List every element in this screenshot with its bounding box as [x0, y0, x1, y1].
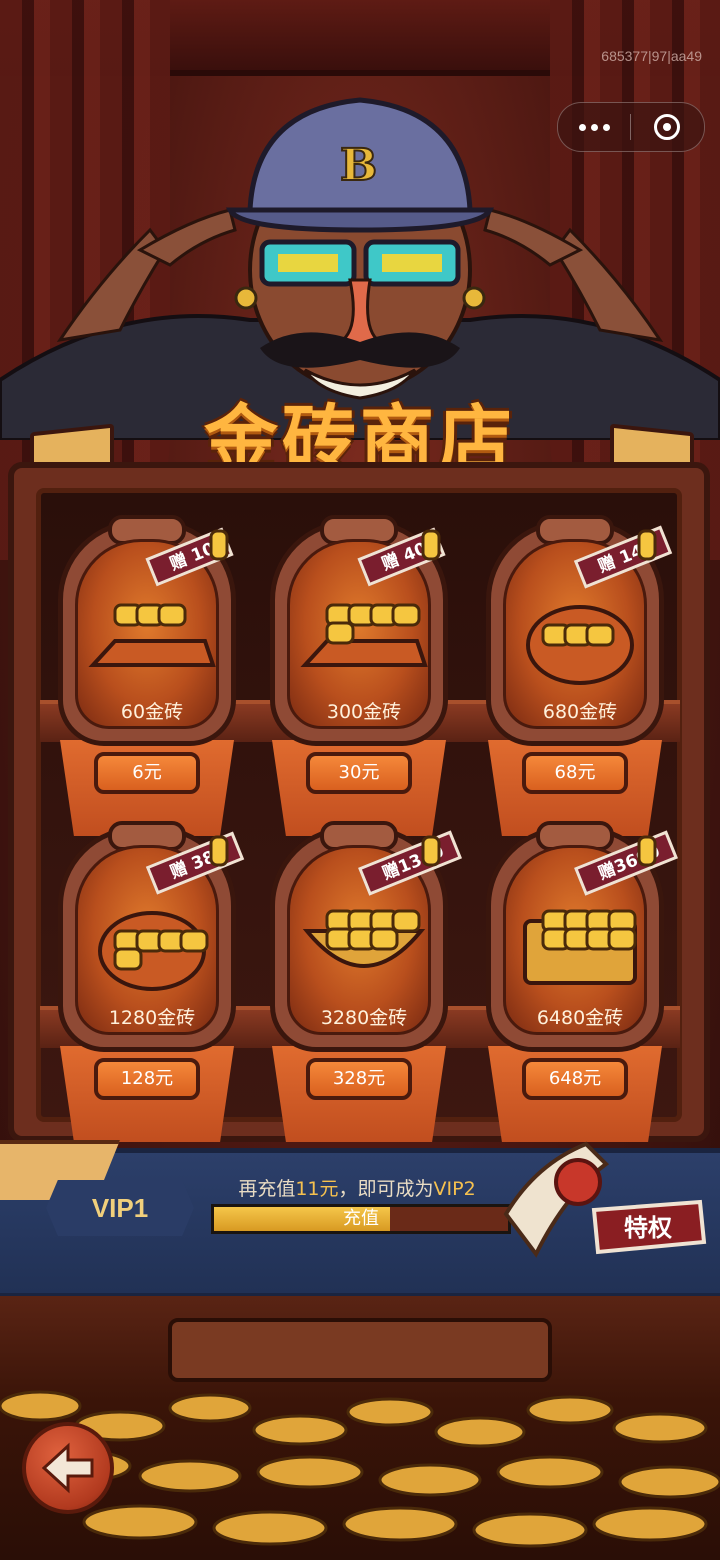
item-amount: 680金砖	[542, 701, 618, 723]
vip-message-mid: ，即可成为	[338, 1178, 434, 1200]
gold-ingot-icon	[421, 835, 441, 867]
item-amount: 3280金砖	[320, 1007, 408, 1029]
recharge-button-label: 充值	[343, 1208, 379, 1229]
recharge-button[interactable]: 充值	[211, 1204, 511, 1234]
gold-bricks-icon	[526, 605, 634, 685]
buy-price-button[interactable]: 68元	[522, 752, 628, 794]
buy-price-button[interactable]: 128元	[94, 1058, 200, 1100]
game-background: B 685377|97|aa49 金砖商店 60金砖赠 10 6元 300金砖赠 4…	[0, 0, 720, 1560]
buy-price-button[interactable]: 30元	[306, 752, 412, 794]
shop-item[interactable]: 300金砖赠 40 30元	[270, 515, 448, 860]
buy-price-button[interactable]: 648元	[522, 1058, 628, 1100]
gold-ingot-icon	[637, 529, 657, 561]
shop-item[interactable]: 6480金砖 赠3600 648元	[486, 821, 679, 1166]
scroll-seal-icon	[503, 1141, 610, 1258]
more-dots-icon[interactable]	[558, 103, 630, 151]
shop-item[interactable]: 3280金砖 赠1340 328元	[270, 821, 463, 1166]
gold-bricks-icon	[523, 909, 637, 985]
vip-message-target: VIP2	[433, 1178, 476, 1200]
gold-bricks-icon	[300, 603, 428, 667]
item-amount: 1280金砖	[108, 1007, 196, 1029]
target-circle-icon[interactable]	[631, 103, 703, 151]
item-amount: 60金砖	[120, 701, 184, 723]
vip-upgrade-message: 再充值11元，即可成为VIP2	[212, 1174, 502, 1201]
back-arrow-icon	[41, 1442, 94, 1494]
item-amount: 6480金砖	[536, 1007, 624, 1029]
back-button[interactable]	[22, 1422, 114, 1514]
gold-bricks-icon	[98, 911, 209, 991]
gold-ingot-icon	[421, 529, 441, 561]
vip-message-amount: 11元	[295, 1178, 339, 1200]
svg-text:B: B	[340, 140, 377, 191]
buy-price-button[interactable]: 6元	[94, 752, 200, 794]
debug-id-label: 685377|97|aa49	[601, 48, 702, 64]
vip-level-badge: VIP1	[46, 1180, 194, 1236]
gold-bricks-icon	[302, 909, 426, 968]
gold-ingot-icon	[209, 529, 229, 561]
privilege-label: 特权	[624, 1214, 672, 1242]
gold-ingot-icon	[209, 835, 229, 867]
buy-price-button[interactable]: 328元	[306, 1058, 412, 1100]
shop-item[interactable]: 680金砖赠 140 68元	[486, 515, 673, 860]
vip-message-prefix: 再充值	[238, 1178, 296, 1200]
gold-bricks-icon	[88, 603, 216, 667]
item-amount: 300金砖	[326, 701, 402, 723]
shop-item[interactable]: 60金砖赠 10 6元	[58, 515, 236, 860]
shop-item[interactable]: 1280金砖赠 380 128元	[58, 821, 245, 1166]
mini-program-capsule	[557, 102, 705, 152]
gold-ingot-icon	[637, 835, 657, 867]
